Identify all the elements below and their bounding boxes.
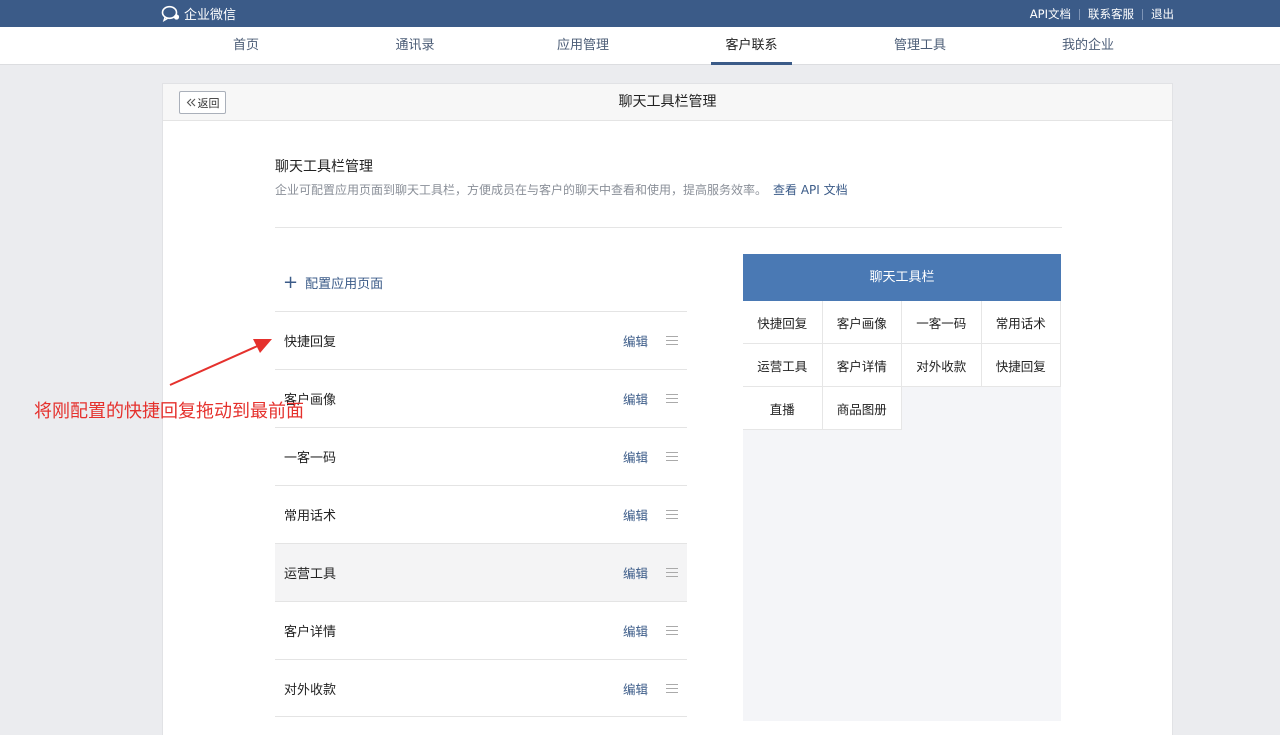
preview-grid: 快捷回复 客户画像 一客一码 常用话术 运营工具 客户详情 对外收款 快捷回复 …	[743, 301, 1061, 430]
edit-button[interactable]: 编辑	[623, 331, 648, 350]
edit-button[interactable]: 编辑	[623, 563, 648, 582]
preview-cell[interactable]: 常用话术	[981, 301, 1061, 344]
tab-contacts[interactable]: 通讯录	[375, 27, 455, 65]
add-app-page-label: 配置应用页面	[305, 277, 384, 292]
drag-handle-icon[interactable]	[666, 394, 678, 403]
edit-button[interactable]: 编辑	[623, 621, 648, 640]
list-item[interactable]: 快捷回复 编辑	[275, 311, 687, 369]
drag-handle-icon[interactable]	[666, 568, 678, 577]
description-text: 企业可配置应用页面到聊天工具栏，方便成员在与客户的聊天中查看和使用，提高服务效率…	[275, 183, 768, 197]
view-api-docs-link[interactable]: 查看 API 文档	[773, 183, 848, 197]
section-divider	[275, 227, 1062, 228]
drag-handle-icon[interactable]	[666, 626, 678, 635]
main-nav: 首页 通讯录 应用管理 客户联系 管理工具 我的企业	[0, 27, 1280, 65]
link-separator	[1079, 8, 1080, 20]
link-separator	[1142, 8, 1143, 20]
top-links: API文档 联系客服 退出	[1030, 6, 1174, 22]
item-name: 运营工具	[284, 567, 337, 582]
item-name: 快捷回复	[284, 335, 337, 350]
panel-header: 返回 聊天工具栏管理	[163, 84, 1172, 121]
drag-handle-icon[interactable]	[666, 336, 678, 345]
tab-customer-contact[interactable]: 客户联系	[711, 27, 792, 65]
wecom-logo-icon	[161, 5, 180, 22]
contact-support-link[interactable]: 联系客服	[1088, 6, 1134, 22]
tab-app-management[interactable]: 应用管理	[543, 27, 623, 65]
toolbar-item-list: 快捷回复 编辑 客户画像 编辑 一客一码 编辑 常用话术 编辑 运营工具 编辑 …	[275, 311, 687, 717]
item-name: 常用话术	[284, 509, 337, 524]
list-item[interactable]: 对外收款 编辑	[275, 659, 687, 717]
api-docs-link[interactable]: API文档	[1030, 6, 1071, 22]
tab-home[interactable]: 首页	[206, 27, 286, 65]
preview-cell[interactable]: 对外收款	[902, 344, 982, 387]
preview-cell[interactable]: 运营工具	[743, 344, 823, 387]
preview-cell[interactable]: 一客一码	[902, 301, 982, 344]
preview-cell[interactable]: 客户详情	[822, 344, 902, 387]
panel-title: 聊天工具栏管理	[618, 94, 717, 110]
preview-cell[interactable]: 快捷回复	[743, 301, 823, 344]
item-name: 对外收款	[284, 682, 337, 698]
top-bar: 企业微信 API文档 联系客服 退出	[0, 0, 1280, 27]
edit-button[interactable]: 编辑	[623, 679, 648, 698]
list-item[interactable]: 常用话术 编辑	[275, 485, 687, 543]
preview-cell[interactable]: 客户画像	[822, 301, 902, 344]
content-panel: 返回 聊天工具栏管理 聊天工具栏管理 企业可配置应用页面到聊天工具栏，方便成员在…	[162, 83, 1173, 735]
drag-handle-icon[interactable]	[666, 452, 678, 461]
edit-button[interactable]: 编辑	[623, 447, 648, 466]
tab-management-tools[interactable]: 管理工具	[880, 27, 960, 65]
logo[interactable]: 企业微信	[161, 4, 237, 23]
section-description: 企业可配置应用页面到聊天工具栏，方便成员在与客户的聊天中查看和使用，提高服务效率…	[275, 181, 848, 198]
tab-my-enterprise[interactable]: 我的企业	[1048, 27, 1128, 65]
edit-button[interactable]: 编辑	[623, 505, 648, 524]
preview-cell[interactable]: 商品图册	[822, 387, 902, 430]
list-item[interactable]: 运营工具 编辑	[275, 543, 687, 601]
annotation-text: 将刚配置的快捷回复拖动到最前面	[34, 401, 304, 422]
logo-text: 企业微信	[184, 7, 237, 23]
preview-cell[interactable]: 快捷回复	[981, 344, 1061, 387]
add-app-page-button[interactable]: + 配置应用页面	[283, 273, 383, 292]
section-title: 聊天工具栏管理	[275, 159, 373, 175]
list-item[interactable]: 客户画像 编辑	[275, 369, 687, 427]
item-name: 一客一码	[284, 451, 337, 466]
logout-link[interactable]: 退出	[1151, 6, 1174, 22]
drag-handle-icon[interactable]	[666, 683, 678, 693]
preview-cell[interactable]: 直播	[743, 387, 823, 430]
plus-icon: +	[283, 271, 299, 293]
list-item[interactable]: 客户详情 编辑	[275, 601, 687, 659]
toolbar-preview: 聊天工具栏 快捷回复 客户画像 一客一码 常用话术 运营工具 客户详情 对外收款…	[743, 254, 1061, 721]
drag-handle-icon[interactable]	[666, 510, 678, 519]
list-item[interactable]: 一客一码 编辑	[275, 427, 687, 485]
preview-title: 聊天工具栏	[743, 254, 1061, 301]
item-name: 客户详情	[284, 625, 337, 640]
edit-button[interactable]: 编辑	[623, 389, 648, 408]
